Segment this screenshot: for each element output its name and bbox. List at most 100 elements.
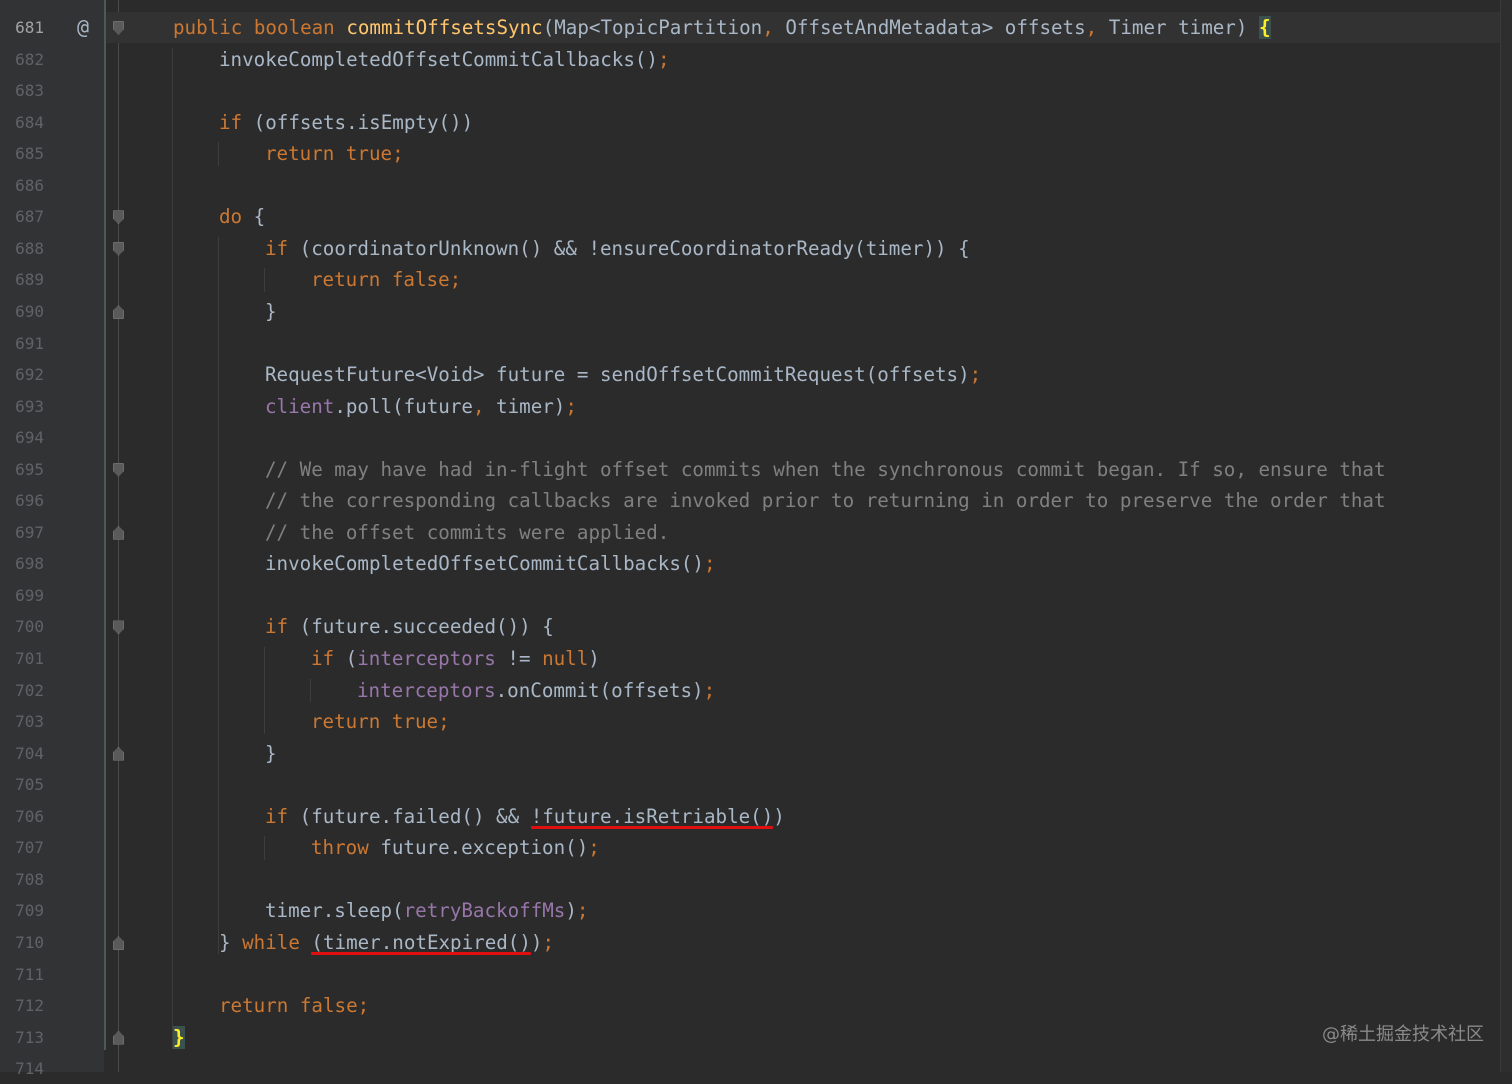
code-text: } (173, 1022, 185, 1053)
code-token: return (219, 994, 289, 1018)
code-token: // We may have had in-flight offset comm… (265, 457, 1386, 481)
code-token: } (265, 299, 277, 323)
line-number: 698 (15, 554, 44, 574)
code-line[interactable]: 698 invokeCompletedOffsetCommitCallbacks(… (0, 548, 1500, 579)
code-line[interactable]: 697 // the offset commits were applied. (0, 517, 1500, 548)
line-number: 682 (15, 49, 44, 69)
line-number: 688 (15, 238, 44, 258)
code-text: do { (219, 201, 265, 232)
fold-expand-icon[interactable] (113, 241, 124, 256)
fold-end-icon[interactable] (113, 304, 124, 319)
code-lines[interactable]: 681 public boolean commitOffsetsSync(Map<… (0, 0, 1500, 1078)
code-line[interactable]: 692 RequestFuture<Void> future = sendOffs… (0, 359, 1500, 390)
code-text: client.poll(future, timer); (265, 391, 577, 422)
code-line[interactable]: 709 timer.sleep(retryBackoffMs); (0, 895, 1500, 926)
code-text: RequestFuture<Void> future = sendOffsetC… (265, 359, 981, 390)
code-line[interactable]: 684 if (offsets.isEmpty()) (0, 107, 1500, 138)
code-token: interceptors (357, 678, 496, 702)
code-line[interactable]: 685 return true; (0, 138, 1500, 169)
code-token: if (219, 110, 243, 134)
code-line[interactable]: 690} (0, 296, 1500, 327)
code-token: if (311, 647, 335, 670)
line-number: 708 (15, 869, 44, 889)
code-token: return (311, 710, 381, 734)
fold-expand-icon[interactable] (113, 210, 124, 225)
code-line[interactable]: 705 (0, 769, 1500, 800)
line-number: 710 (15, 932, 44, 952)
fold-expand-icon[interactable] (113, 462, 124, 477)
indent-guide (218, 142, 219, 166)
code-line[interactable]: 689 return false; (0, 264, 1500, 295)
code-token: ; (542, 930, 555, 954)
code-line[interactable]: 710} while (timer.notExpired()); (0, 927, 1500, 958)
code-token: commitOffsetsSync (346, 16, 543, 39)
fold-end-icon[interactable] (113, 525, 124, 540)
fold-expand-icon[interactable] (113, 21, 124, 35)
code-line[interactable]: 682 invokeCompletedOffsetCommitCallbacks(… (0, 44, 1500, 75)
code-line[interactable]: 693 client.poll(future, timer); (0, 391, 1500, 422)
line-number: 697 (15, 522, 44, 542)
code-line[interactable]: 700 if (future.succeeded()) { (0, 611, 1500, 642)
code-line[interactable]: 691 (0, 328, 1500, 359)
code-line[interactable]: 711 (0, 959, 1500, 990)
red-underline-annotation (311, 951, 531, 955)
fold-end-icon[interactable] (113, 746, 124, 761)
line-number: 703 (15, 712, 44, 732)
code-editor[interactable]: @ 681 public boolean commitOffsetsSync(Ma… (0, 0, 1512, 1078)
code-line[interactable]: 708 (0, 864, 1500, 895)
code-token: } (173, 1025, 185, 1049)
code-token: ; (565, 394, 577, 418)
line-number: 701 (15, 649, 44, 668)
code-line[interactable]: 707 throw future.exception(); (0, 832, 1500, 863)
code-token: } (265, 741, 277, 765)
code-line[interactable]: 712 return false; (0, 990, 1500, 1021)
code-line[interactable]: 688 if (coordinatorUnknown() && !ensureCo… (0, 233, 1500, 264)
code-text: if (coordinatorUnknown() && !ensureCoord… (265, 233, 970, 264)
code-token: ( (334, 647, 358, 670)
line-number: 699 (15, 585, 44, 605)
code-token: return (265, 142, 335, 166)
line-number: 684 (15, 112, 44, 132)
code-token: (Map<TopicPartition (542, 16, 763, 39)
code-line[interactable]: 702 interceptors.onCommit(offsets); (0, 675, 1500, 706)
line-number: 702 (15, 680, 44, 700)
code-text: if (offsets.isEmpty()) (219, 107, 473, 138)
code-line[interactable]: 687 do { (0, 201, 1500, 232)
code-token: throw (311, 836, 369, 860)
code-line[interactable]: 695 // We may have had in-flight offset c… (0, 454, 1500, 485)
code-line[interactable]: 714 (0, 1053, 1500, 1084)
code-text: // the offset commits were applied. (265, 517, 669, 548)
code-line[interactable]: 713} (0, 1022, 1500, 1053)
code-text: timer.sleep(retryBackoffMs); (265, 895, 588, 926)
fold-end-icon[interactable] (113, 1030, 124, 1045)
code-line[interactable]: 699 (0, 580, 1500, 611)
code-text: throw future.exception(); (311, 832, 600, 863)
code-line[interactable]: 686 (0, 170, 1500, 201)
vertical-scrollbar[interactable] (1500, 0, 1512, 1072)
code-line[interactable]: 696 // the corresponding callbacks are in… (0, 485, 1500, 516)
code-line[interactable]: 694 (0, 422, 1500, 453)
code-line[interactable]: 704} (0, 738, 1500, 769)
line-number: 686 (15, 175, 44, 195)
line-number: 705 (15, 775, 44, 795)
line-number: 709 (15, 901, 44, 921)
code-line[interactable]: 703 return true; (0, 706, 1500, 737)
code-token: if (265, 804, 289, 828)
line-number: 714 (15, 1059, 44, 1079)
code-text: public boolean commitOffsetsSync(Map<Top… (173, 12, 1271, 43)
code-line[interactable]: 681 public boolean commitOffsetsSync(Map<… (0, 12, 1500, 43)
code-token: public (173, 16, 243, 39)
line-number: 694 (15, 428, 44, 448)
code-text: } (265, 738, 277, 769)
code-line[interactable]: 683 (0, 75, 1500, 106)
code-text: if (interceptors != null) (311, 643, 600, 674)
fold-expand-icon[interactable] (113, 620, 124, 635)
code-line[interactable]: 701 if (interceptors != null) (0, 643, 1500, 674)
watermark: @稀土掘金技术社区 (1322, 1024, 1484, 1045)
code-token: while (242, 930, 300, 954)
code-token: timer.sleep( (265, 899, 404, 923)
fold-end-icon[interactable] (113, 935, 124, 950)
code-token: future.exception() (368, 836, 589, 860)
